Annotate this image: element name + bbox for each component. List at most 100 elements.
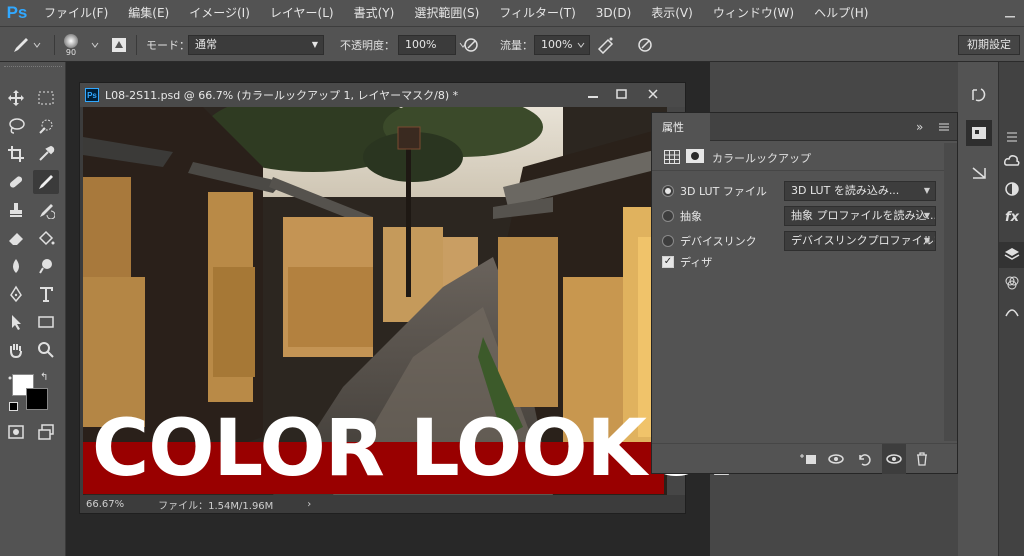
channels-panel-button[interactable] <box>999 270 1024 296</box>
workspace-switcher[interactable]: 初期設定 <box>958 35 1020 55</box>
type-tool[interactable] <box>33 282 59 306</box>
brush-tool[interactable] <box>33 170 59 194</box>
rectangle-icon <box>38 316 54 328</box>
hand-tool[interactable] <box>3 338 29 362</box>
rectangle-tool[interactable] <box>33 310 59 334</box>
chevron-right-icon[interactable]: › <box>307 499 311 510</box>
libraries-panel-button[interactable] <box>999 148 1024 174</box>
panel-grip[interactable] <box>4 66 62 69</box>
doc-maximize-button[interactable] <box>610 83 632 105</box>
flow-dropdown[interactable] <box>576 27 586 63</box>
trash-icon <box>917 452 927 466</box>
panel-menu-button[interactable] <box>999 124 1024 150</box>
abstract-profile-dropdown[interactable]: 抽象 プロファイルを読み込... ▼ <box>784 206 936 226</box>
blur-tool[interactable] <box>3 254 29 278</box>
path-selection-tool[interactable] <box>3 310 29 334</box>
swap-colors-icon[interactable]: ↰ <box>40 372 48 383</box>
window-minimize-button[interactable] <box>996 0 1024 26</box>
styles-panel-button[interactable]: fx <box>999 204 1024 230</box>
healing-brush-tool[interactable] <box>3 170 29 194</box>
crop-tool[interactable] <box>3 142 29 166</box>
zoom-level[interactable]: 66.67% <box>86 499 124 510</box>
minimize-icon <box>588 96 598 98</box>
menu-edit[interactable]: 編集(E) <box>118 0 179 26</box>
mask-dot <box>691 152 699 160</box>
magnifier-icon <box>38 342 54 358</box>
properties-scrollbar[interactable] <box>944 143 957 441</box>
history-brush-tool[interactable] <box>33 198 59 222</box>
collapse-panel-button[interactable]: » <box>916 113 923 141</box>
brush-tool-icon <box>14 38 28 52</box>
adjustment-grid-icon[interactable] <box>664 149 680 164</box>
menu-layer[interactable]: レイヤー(L) <box>260 0 344 26</box>
airbrush-icon <box>597 37 614 54</box>
dodge-tool[interactable] <box>33 254 59 278</box>
clone-stamp-tool[interactable] <box>3 198 29 222</box>
view-previous-button[interactable] <box>824 444 848 474</box>
menu-view[interactable]: 表示(V) <box>641 0 703 26</box>
brush-size-value: 90 <box>65 47 77 57</box>
paths-panel-button[interactable] <box>999 298 1024 324</box>
menu-file[interactable]: ファイル(F) <box>34 0 118 26</box>
brush-panel-toggle[interactable] <box>110 27 128 63</box>
pen-tool[interactable] <box>3 282 29 306</box>
background-color-swatch[interactable] <box>26 388 48 410</box>
chevron-down-icon: ▼ <box>311 40 318 49</box>
brush-size-picker[interactable]: 90 <box>64 27 78 63</box>
eraser-tool[interactable] <box>3 226 29 250</box>
history-panel-button[interactable] <box>966 82 992 108</box>
menu-help[interactable]: ヘルプ(H) <box>804 0 878 26</box>
dropdown-value: デバイスリンクプロファイルを... <box>791 234 935 247</box>
dropdown-value: 抽象 プロファイルを読み込... <box>791 209 936 222</box>
device-link-dropdown[interactable]: デバイスリンクプロファイルを... ▼ <box>784 231 936 251</box>
doc-minimize-button[interactable] <box>582 83 604 105</box>
menu-type[interactable]: 書式(Y) <box>344 0 405 26</box>
panel-menu-button[interactable] <box>938 113 950 141</box>
default-colors-icon[interactable] <box>9 402 18 411</box>
lut-file-dropdown[interactable]: 3D LUT を読み込み... ▼ <box>784 181 936 201</box>
menu-3d[interactable]: 3D(D) <box>586 0 641 26</box>
menu-select[interactable]: 選択範囲(S) <box>404 0 489 26</box>
option-abstract[interactable]: 抽象 <box>662 208 702 224</box>
adjustments-button[interactable] <box>999 176 1024 202</box>
opacity-field[interactable]: 100% <box>398 35 456 55</box>
dither-checkbox[interactable]: ✓ ディザ <box>662 254 712 270</box>
clip-to-layer-button[interactable] <box>796 444 820 474</box>
mode-select[interactable]: 通常 ▼ <box>188 35 324 55</box>
reset-button[interactable] <box>852 444 876 474</box>
mode-value: 通常 <box>195 38 217 51</box>
brush-preset-button[interactable] <box>10 27 42 63</box>
brush-tip-icon <box>64 33 78 48</box>
menu-filter[interactable]: フィルター(T) <box>489 0 585 26</box>
chevron-down-icon: ▼ <box>923 236 930 245</box>
doc-close-button[interactable] <box>642 83 664 105</box>
option-device-link[interactable]: デバイスリンク <box>662 233 757 249</box>
quick-selection-tool[interactable] <box>33 114 59 138</box>
brush-size-dropdown[interactable] <box>90 27 100 63</box>
move-tool[interactable] <box>3 86 29 110</box>
properties-tab[interactable]: 属性 <box>652 113 710 141</box>
eyedropper-tool[interactable] <box>33 142 59 166</box>
properties-panel-button[interactable] <box>966 120 992 146</box>
pressure-size-button[interactable] <box>636 27 654 63</box>
document-title-bar[interactable]: Ps L08-2S11.psd @ 66.7% (カラールックアップ 1, レイ… <box>80 83 685 107</box>
toggle-visibility-button[interactable] <box>882 444 906 474</box>
menu-window[interactable]: ウィンドウ(W) <box>703 0 804 26</box>
layers-panel-button[interactable] <box>999 242 1024 268</box>
menu-image[interactable]: イメージ(I) <box>179 0 260 26</box>
airbrush-button[interactable] <box>596 27 616 63</box>
chevron-down-icon <box>33 42 41 48</box>
pressure-opacity-button[interactable] <box>462 27 480 63</box>
marquee-tool[interactable] <box>33 86 59 110</box>
close-icon <box>648 89 658 99</box>
screen-mode-button[interactable] <box>33 420 59 444</box>
layer-mask-icon[interactable] <box>686 149 704 163</box>
option-3d-lut-file[interactable]: 3D LUT ファイル <box>662 183 767 199</box>
channels-icon <box>1005 276 1019 290</box>
quick-mask-button[interactable] <box>3 420 29 444</box>
delete-adjustment-button[interactable] <box>910 444 934 474</box>
adjustments-panel-button[interactable] <box>966 160 992 186</box>
paint-bucket-tool[interactable] <box>33 226 59 250</box>
zoom-tool[interactable] <box>33 338 59 362</box>
lasso-tool[interactable] <box>3 114 29 138</box>
